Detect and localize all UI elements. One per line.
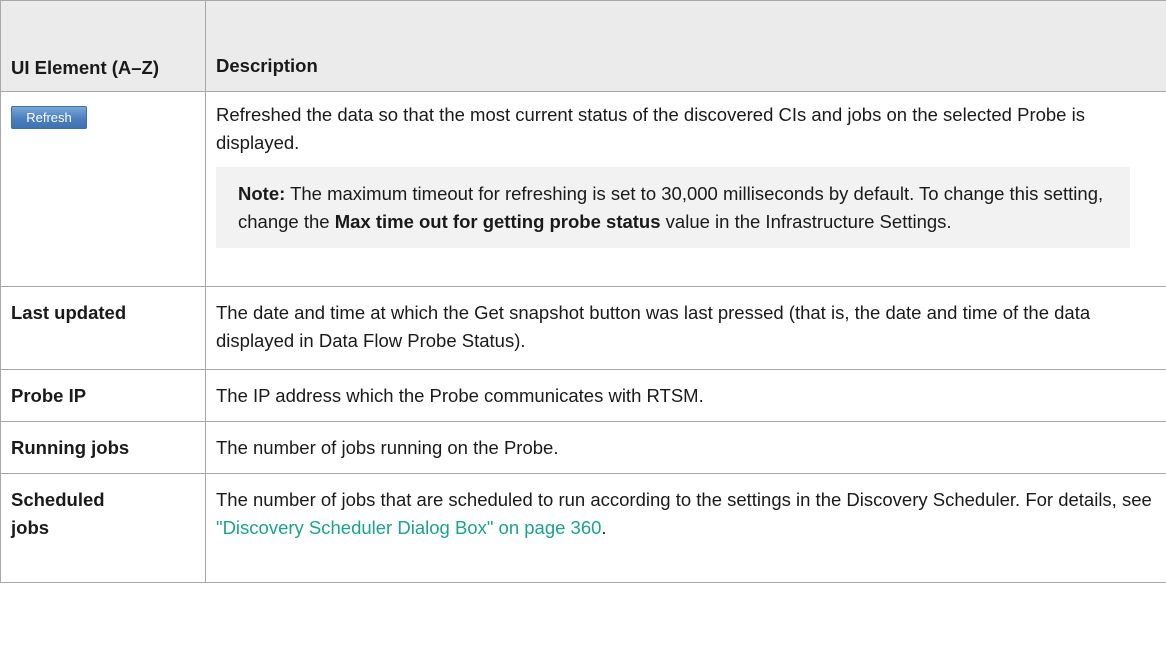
row-name-cell: Last updated: [0, 286, 206, 370]
row-name-cell: Probe IP: [0, 369, 206, 422]
note-setting-name: Max time out for getting probe status: [334, 211, 661, 232]
header-ui-element: UI Element (A–Z): [0, 0, 206, 92]
table-row-refresh: Refresh Refreshed the data so that the m…: [0, 91, 1166, 287]
refresh-description-cell: Refreshed the data so that the most curr…: [205, 91, 1166, 287]
row-name-cell: Scheduled jobs: [0, 473, 206, 583]
note-text-2: value in the Infrastructure Settings.: [660, 211, 952, 232]
refresh-button[interactable]: Refresh: [11, 106, 87, 129]
header-description: Description: [205, 0, 1166, 92]
row-description-text: The number of jobs that are scheduled to…: [216, 489, 1152, 510]
row-description-cell: The number of jobs running on the Probe.: [205, 421, 1166, 474]
row-name-cell: Running jobs: [0, 421, 206, 474]
discovery-scheduler-link[interactable]: "Discovery Scheduler Dialog Box" on page…: [216, 517, 601, 538]
table-row: Probe IP The IP address which the Probe …: [0, 369, 1166, 422]
row-name: Running jobs: [11, 437, 130, 458]
header-ui-element-label: UI Element (A–Z): [11, 57, 160, 78]
row-name: Last updated: [11, 302, 127, 323]
table-row: Scheduled jobs The number of jobs that a…: [0, 473, 1166, 583]
row-description: The date and time at which the Get snaps…: [216, 302, 1091, 351]
refresh-note: Note: The maximum timeout for refreshing…: [216, 167, 1130, 248]
refresh-element-cell: Refresh: [0, 91, 206, 287]
row-description-cell: The IP address which the Probe communica…: [205, 369, 1166, 422]
row-description-cell: The number of jobs that are scheduled to…: [205, 473, 1166, 583]
refresh-description: Refreshed the data so that the most curr…: [216, 104, 1085, 153]
row-description-cell: The date and time at which the Get snaps…: [205, 286, 1166, 370]
row-description: The number of jobs that are scheduled to…: [206, 474, 1166, 552]
table-header-row: UI Element (A–Z) Description: [0, 0, 1166, 92]
table-row: Last updated The date and time at which …: [0, 286, 1166, 370]
table-row: Running jobs The number of jobs running …: [0, 421, 1166, 474]
note-label: Note:: [238, 183, 286, 204]
row-name: Scheduled jobs: [11, 489, 105, 538]
row-description: The number of jobs running on the Probe.: [216, 437, 559, 458]
row-description-end: .: [601, 517, 607, 538]
header-description-label: Description: [216, 55, 318, 76]
row-name: Probe IP: [11, 385, 87, 406]
ui-elements-table: UI Element (A–Z) Description Refresh Ref…: [0, 0, 1166, 583]
row-description: The IP address which the Probe communica…: [216, 385, 704, 406]
